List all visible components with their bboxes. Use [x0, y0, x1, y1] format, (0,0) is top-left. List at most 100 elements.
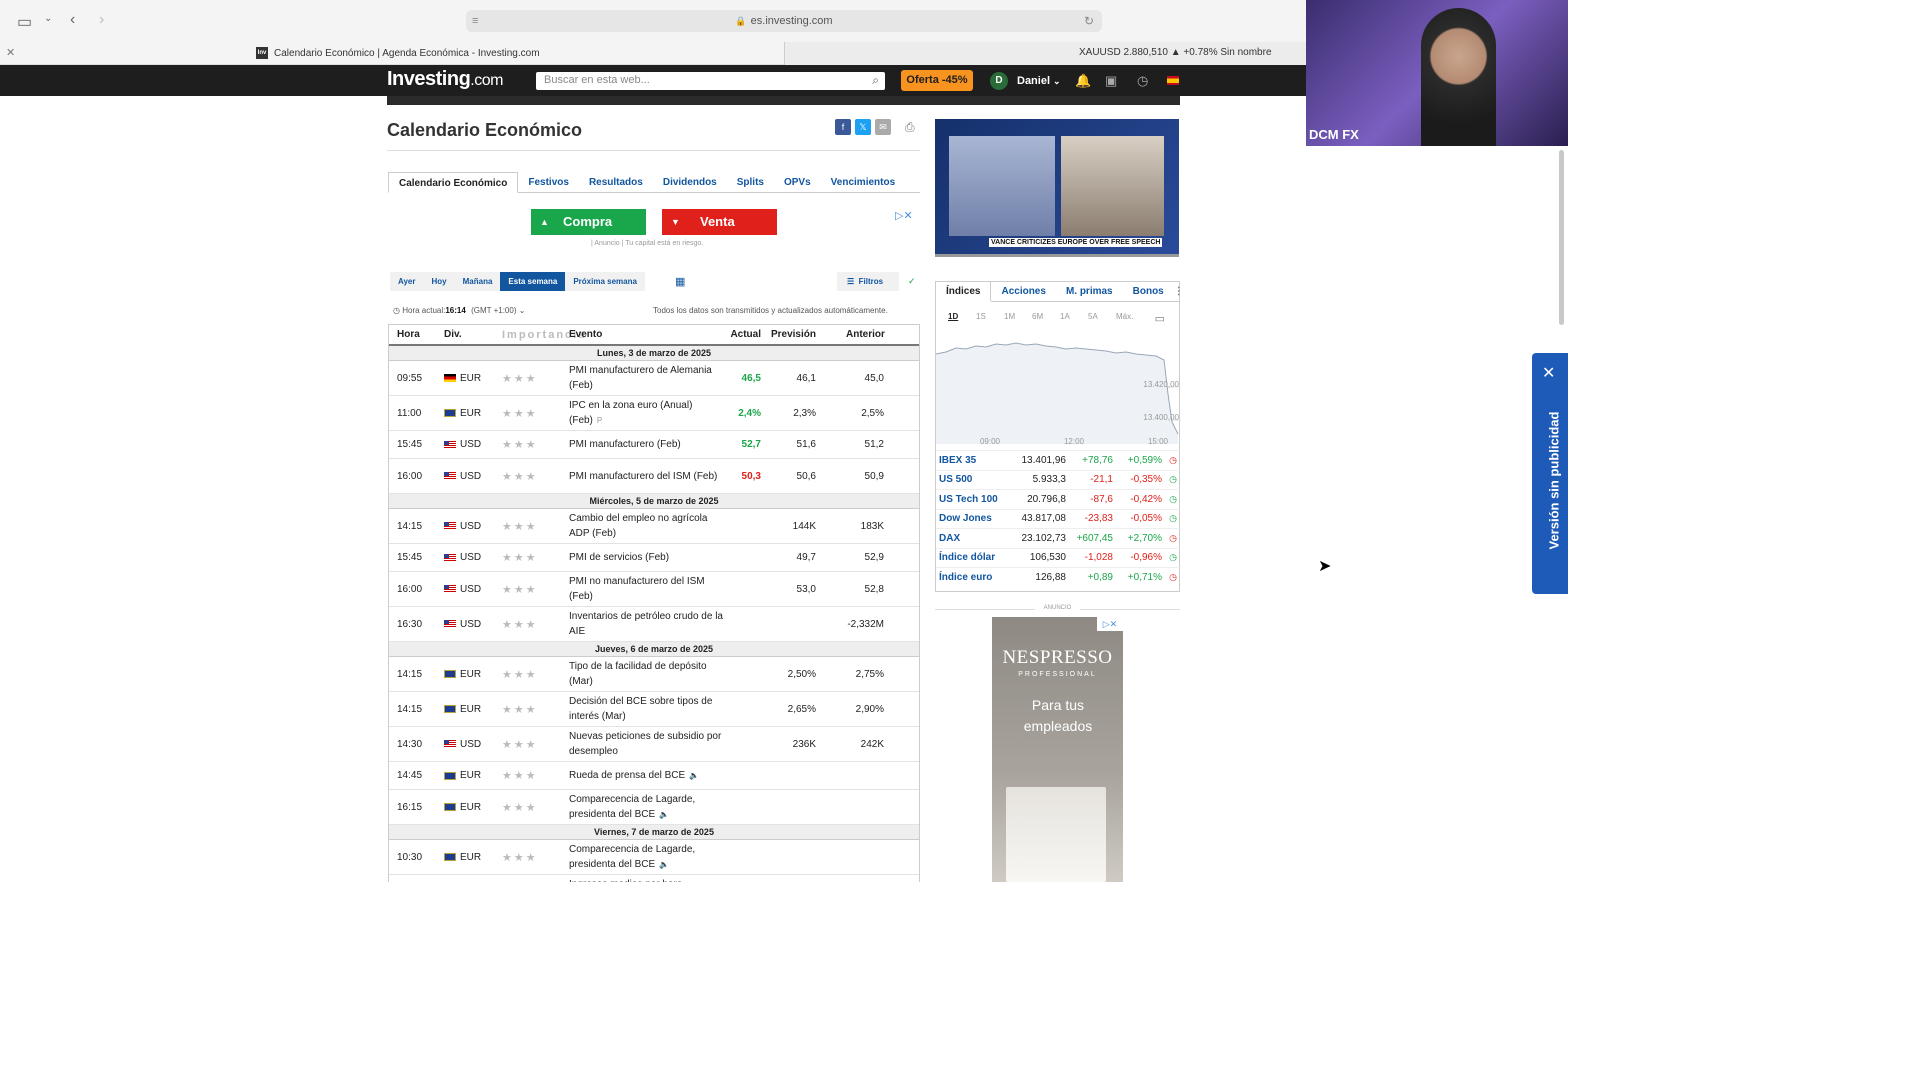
event-name[interactable]: IPC en la zona euro (Anual) (Feb) P — [569, 396, 724, 430]
portfolio-icon[interactable]: ▣ — [1105, 73, 1117, 89]
table-row[interactable]: 14:45 EUR ★★★ Rueda de prensa del BCE 🔈 — [389, 762, 919, 790]
table-row[interactable]: 14:15 USD ★★★ Cambio del empleo no agrícola… — [389, 509, 919, 544]
day-filter-4[interactable]: Próxima semana — [565, 272, 645, 291]
table-row[interactable]: 14:15 EUR ★★★ Decisión del BCE sobre tipos … — [389, 692, 919, 727]
table-row[interactable]: 16:30 USD ★★★ Inventarios de petróleo crudo… — [389, 607, 919, 642]
subtab-5[interactable]: OPVs — [774, 172, 821, 192]
clock-icon[interactable]: ◷ — [1137, 73, 1148, 89]
sidebar-toggle-icon[interactable]: ▭ — [17, 12, 32, 32]
markets-tab-0[interactable]: Índices — [936, 282, 992, 302]
quote-name[interactable]: Índice dólar — [936, 552, 1008, 563]
event-name[interactable]: PMI manufacturero (Feb) — [569, 435, 724, 454]
close-tab-icon[interactable]: ✕ — [6, 46, 15, 59]
calendar-icon[interactable]: ▦ — [675, 275, 685, 288]
quote-name[interactable]: Índice euro — [936, 572, 1008, 583]
video-progress[interactable] — [935, 254, 1179, 257]
quote-row[interactable]: Índice euro 126,88 +0,89 +0,71% ◷ — [936, 567, 1181, 587]
table-row[interactable]: Ingresos medios por hora — [389, 875, 919, 882]
table-row[interactable]: 16:00 USD ★★★ PMI manufacturero del ISM (Fe… — [389, 459, 919, 494]
table-row[interactable]: 16:15 EUR ★★★ Comparecencia de Lagarde, pre… — [389, 790, 919, 825]
scrollbar[interactable] — [1559, 150, 1564, 325]
search-icon[interactable]: ⌕ — [872, 73, 879, 88]
subtab-1[interactable]: Festivos — [518, 172, 579, 192]
subtab-6[interactable]: Vencimientos — [821, 172, 905, 192]
range-1M[interactable]: 1M — [1004, 312, 1032, 321]
event-name[interactable]: Rueda de prensa del BCE 🔈 — [569, 766, 724, 785]
day-filter-0[interactable]: Ayer — [390, 272, 424, 291]
markets-tab-2[interactable]: M. primas — [1056, 282, 1123, 301]
adchoices-icon[interactable]: ▷✕ — [1097, 617, 1123, 631]
table-row[interactable]: 15:45 USD ★★★ PMI de servicios (Feb) 49,7 52,… — [389, 544, 919, 572]
event-name[interactable]: Comparecencia de Lagarde, presidenta del… — [569, 840, 724, 874]
range-1S[interactable]: 1S — [976, 312, 1004, 321]
range-5A[interactable]: 5A — [1088, 312, 1116, 321]
offer-button[interactable]: Oferta -45% — [901, 70, 973, 91]
nespresso-ad[interactable]: ▷✕ NESPRESSO PROFESSIONAL Para tus emple… — [992, 617, 1123, 882]
event-name[interactable]: Decisión del BCE sobre tipos de interés … — [569, 692, 724, 726]
event-name[interactable]: Comparecencia de Lagarde, presidenta del… — [569, 790, 724, 824]
forward-icon[interactable]: › — [99, 11, 104, 29]
quote-name[interactable]: US 500 — [936, 474, 1008, 485]
sell-button[interactable]: ▼ Venta — [662, 209, 777, 235]
table-row[interactable]: 09:55 EUR ★★★ PMI manufacturero de Alemania… — [389, 361, 919, 396]
subtab-4[interactable]: Splits — [727, 172, 774, 192]
twitter-icon[interactable]: 𝕏 — [855, 119, 871, 135]
table-row[interactable]: 14:15 EUR ★★★ Tipo de la facilidad de depós… — [389, 657, 919, 692]
table-row[interactable]: 15:45 USD ★★★ PMI manufacturero (Feb) 52,7 51… — [389, 431, 919, 459]
quote-row[interactable]: US 500 5.933,3 -21,1 -0,35% ◷ — [936, 469, 1181, 490]
reload-icon[interactable]: ↻ — [1084, 14, 1094, 28]
quote-name[interactable]: IBEX 35 — [936, 455, 1008, 466]
range-6M[interactable]: 6M — [1032, 312, 1060, 321]
subtab-3[interactable]: Dividendos — [653, 172, 727, 192]
day-filter-1[interactable]: Hoy — [424, 272, 455, 291]
range-1A[interactable]: 1A — [1060, 312, 1088, 321]
investing-logo[interactable]: Investing.com — [387, 68, 503, 91]
event-name[interactable]: PMI de servicios (Feb) — [569, 548, 724, 567]
bell-icon[interactable]: 🔔 — [1075, 73, 1091, 89]
buy-button[interactable]: ▲ Compra — [531, 209, 646, 235]
quote-row[interactable]: DAX 23.102,73 +607,45 +2,70% ◷ — [936, 528, 1181, 548]
event-name[interactable]: PMI manufacturero de Alemania (Feb) — [569, 361, 724, 395]
table-row[interactable]: 14:30 USD ★★★ Nuevas peticiones de subsidio… — [389, 727, 919, 762]
event-name[interactable]: PMI no manufacturero del ISM (Feb) — [569, 572, 724, 606]
chart-type-icon[interactable]: ▭ — [1155, 312, 1165, 325]
spain-flag-icon[interactable] — [1167, 76, 1179, 85]
table-row[interactable]: 16:00 USD ★★★ PMI no manufacturero del ISM … — [389, 572, 919, 607]
print-icon[interactable]: ⎙ — [905, 120, 915, 135]
subtab-2[interactable]: Resultados — [579, 172, 653, 192]
event-name[interactable]: Cambio del empleo no agrícola ADP (Feb) — [569, 509, 724, 543]
chevron-down-icon[interactable]: ⌄ — [44, 13, 52, 24]
event-name[interactable]: Nuevas peticiones de subsidio por desemp… — [569, 727, 724, 761]
email-icon[interactable]: ✉ — [875, 119, 891, 135]
event-name[interactable]: Tipo de la facilidad de depósito (Mar) — [569, 657, 724, 691]
event-name[interactable]: Inventarios de petróleo crudo de la AIE — [569, 607, 724, 641]
subtab-0[interactable]: Calendario Económico — [388, 172, 519, 193]
address-bar[interactable]: ≡ 🔒 es.investing.com ↻ — [466, 10, 1102, 32]
table-row[interactable]: 11:00 EUR ★★★ IPC en la zona euro (Anual) (… — [389, 396, 919, 431]
quote-name[interactable]: Dow Jones — [936, 513, 1008, 524]
active-tab[interactable]: Inv Calendario Económico | Agenda Económ… — [256, 47, 540, 59]
quote-row[interactable]: US Tech 100 20.796,8 -87,6 -0,42% ◷ — [936, 489, 1181, 509]
second-tab[interactable]: XAUUSD 2.880,510 ▲ +0.78% Sin nombre — [784, 42, 1306, 65]
table-row[interactable]: 10:30 EUR ★★★ Comparecencia de Lagarde, pre… — [389, 840, 919, 875]
day-filter-2[interactable]: Mañana — [455, 272, 501, 291]
event-name[interactable]: PMI manufacturero del ISM (Feb) — [569, 467, 724, 486]
user-menu[interactable]: D Daniel ⌄ — [990, 72, 1061, 90]
quote-name[interactable]: US Tech 100 — [936, 494, 1008, 505]
ad-free-banner[interactable]: ✕ Versión sin publicidad — [1532, 353, 1568, 594]
adchoices-icon[interactable]: ▷✕ — [895, 209, 913, 222]
video-player[interactable]: VANCE CRITICIZES EUROPE OVER FREE SPEECH — [935, 119, 1179, 256]
filters-button[interactable]: ☰ Filtros — [837, 272, 899, 291]
facebook-icon[interactable]: f — [835, 119, 851, 135]
quote-row[interactable]: Índice dólar 106,530 -1,028 -0,96% ◷ — [936, 547, 1181, 568]
index-chart[interactable]: 13.420,00 13.400,00 09:00 12:00 15:00 — [936, 334, 1181, 449]
range-Máx.[interactable]: Máx. — [1116, 312, 1144, 321]
event-name[interactable]: Ingresos medios por hora — [569, 875, 724, 882]
quote-row[interactable]: IBEX 35 13.401,96 +78,76 +0,59% ◷ — [936, 450, 1181, 470]
quote-row[interactable]: Dow Jones 43.817,08 -23,83 -0,05% ◷ — [936, 508, 1181, 529]
range-1D[interactable]: 1D — [948, 312, 976, 321]
search-input[interactable]: Buscar en esta web... ⌕ — [536, 72, 885, 90]
day-filter-3[interactable]: Esta semana — [500, 272, 566, 291]
markets-tab-1[interactable]: Acciones — [991, 282, 1055, 301]
current-time[interactable]: ◷ Hora actual:16:14 (GMT +1:00) ⌄ — [393, 306, 525, 315]
